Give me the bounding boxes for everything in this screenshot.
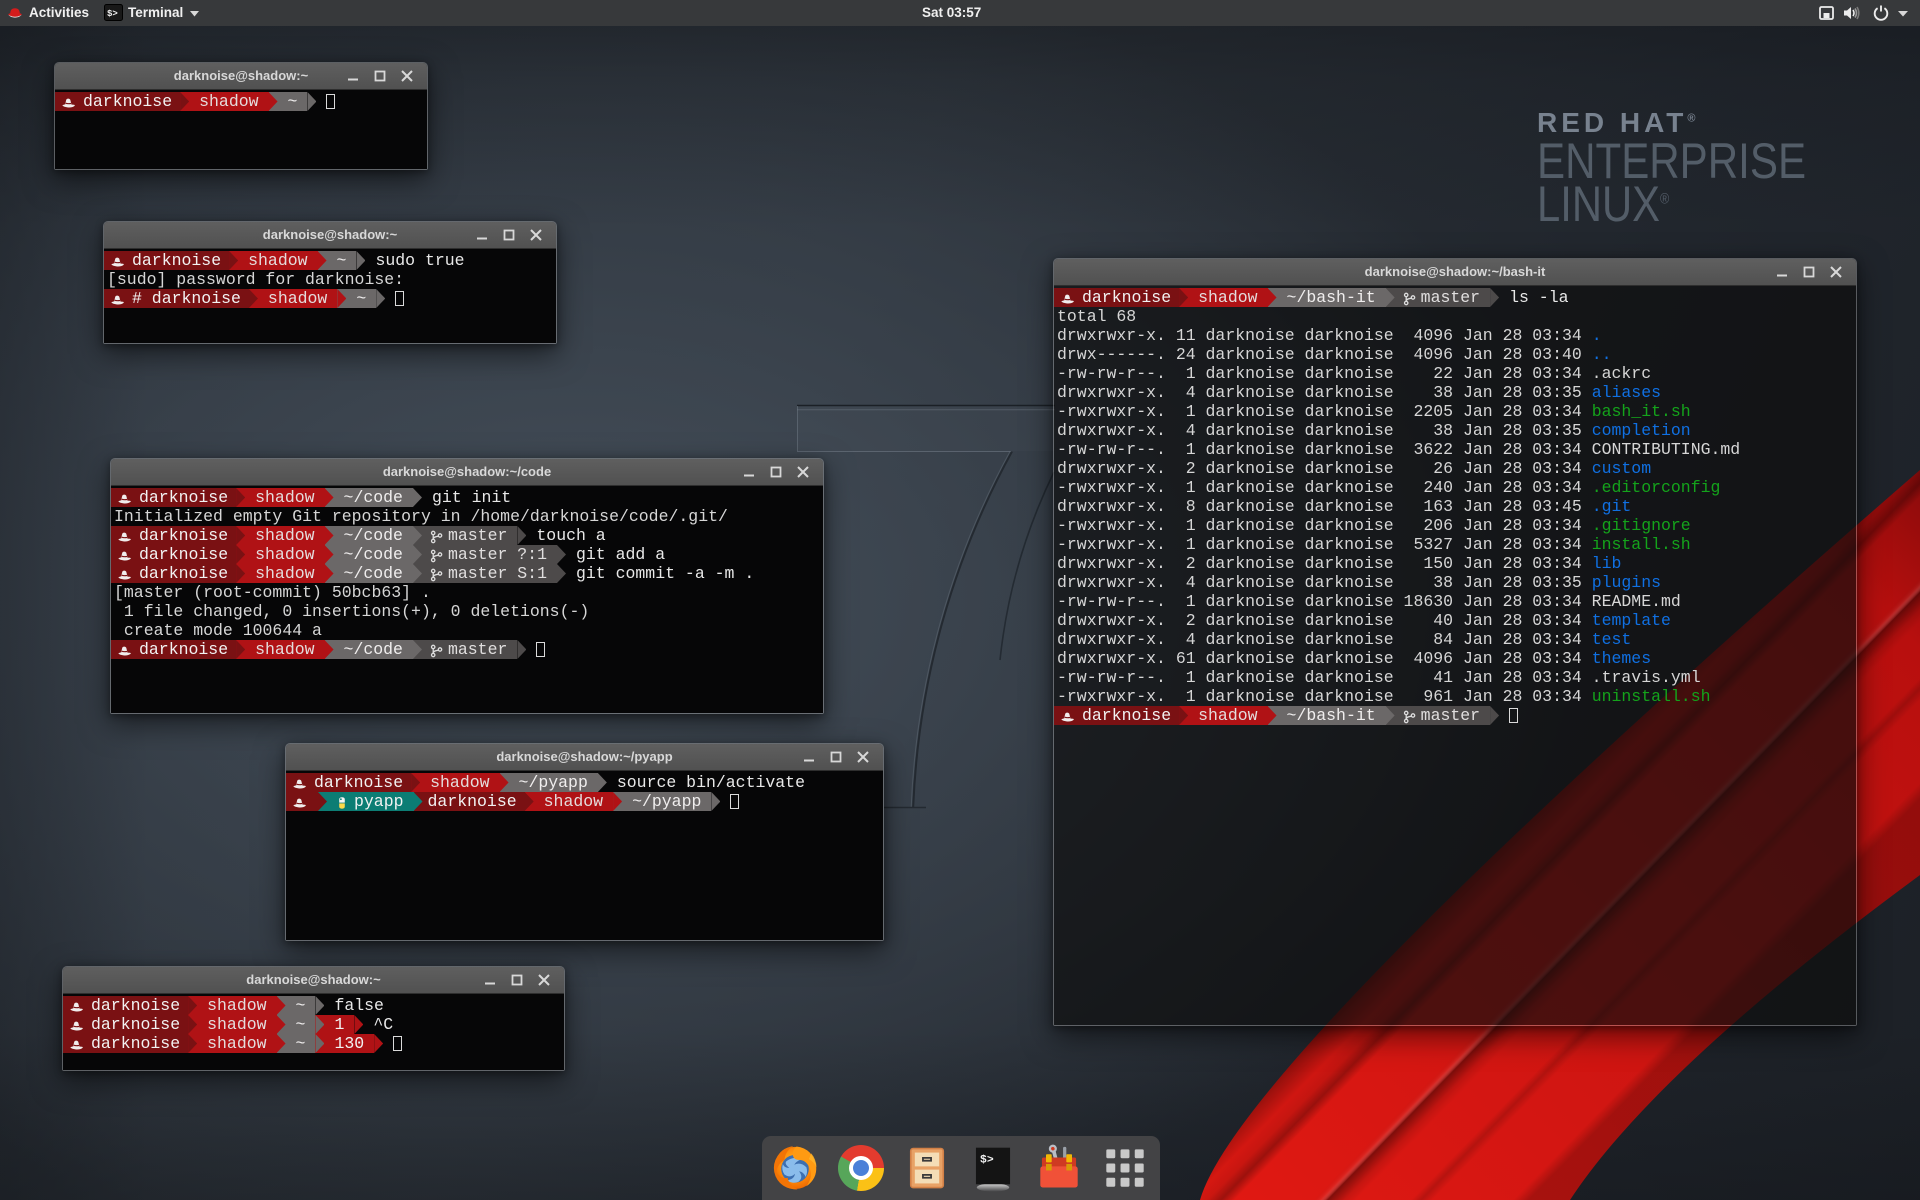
svg-text:$>: $> xyxy=(107,9,118,19)
svg-text:$>: $> xyxy=(980,1154,994,1166)
